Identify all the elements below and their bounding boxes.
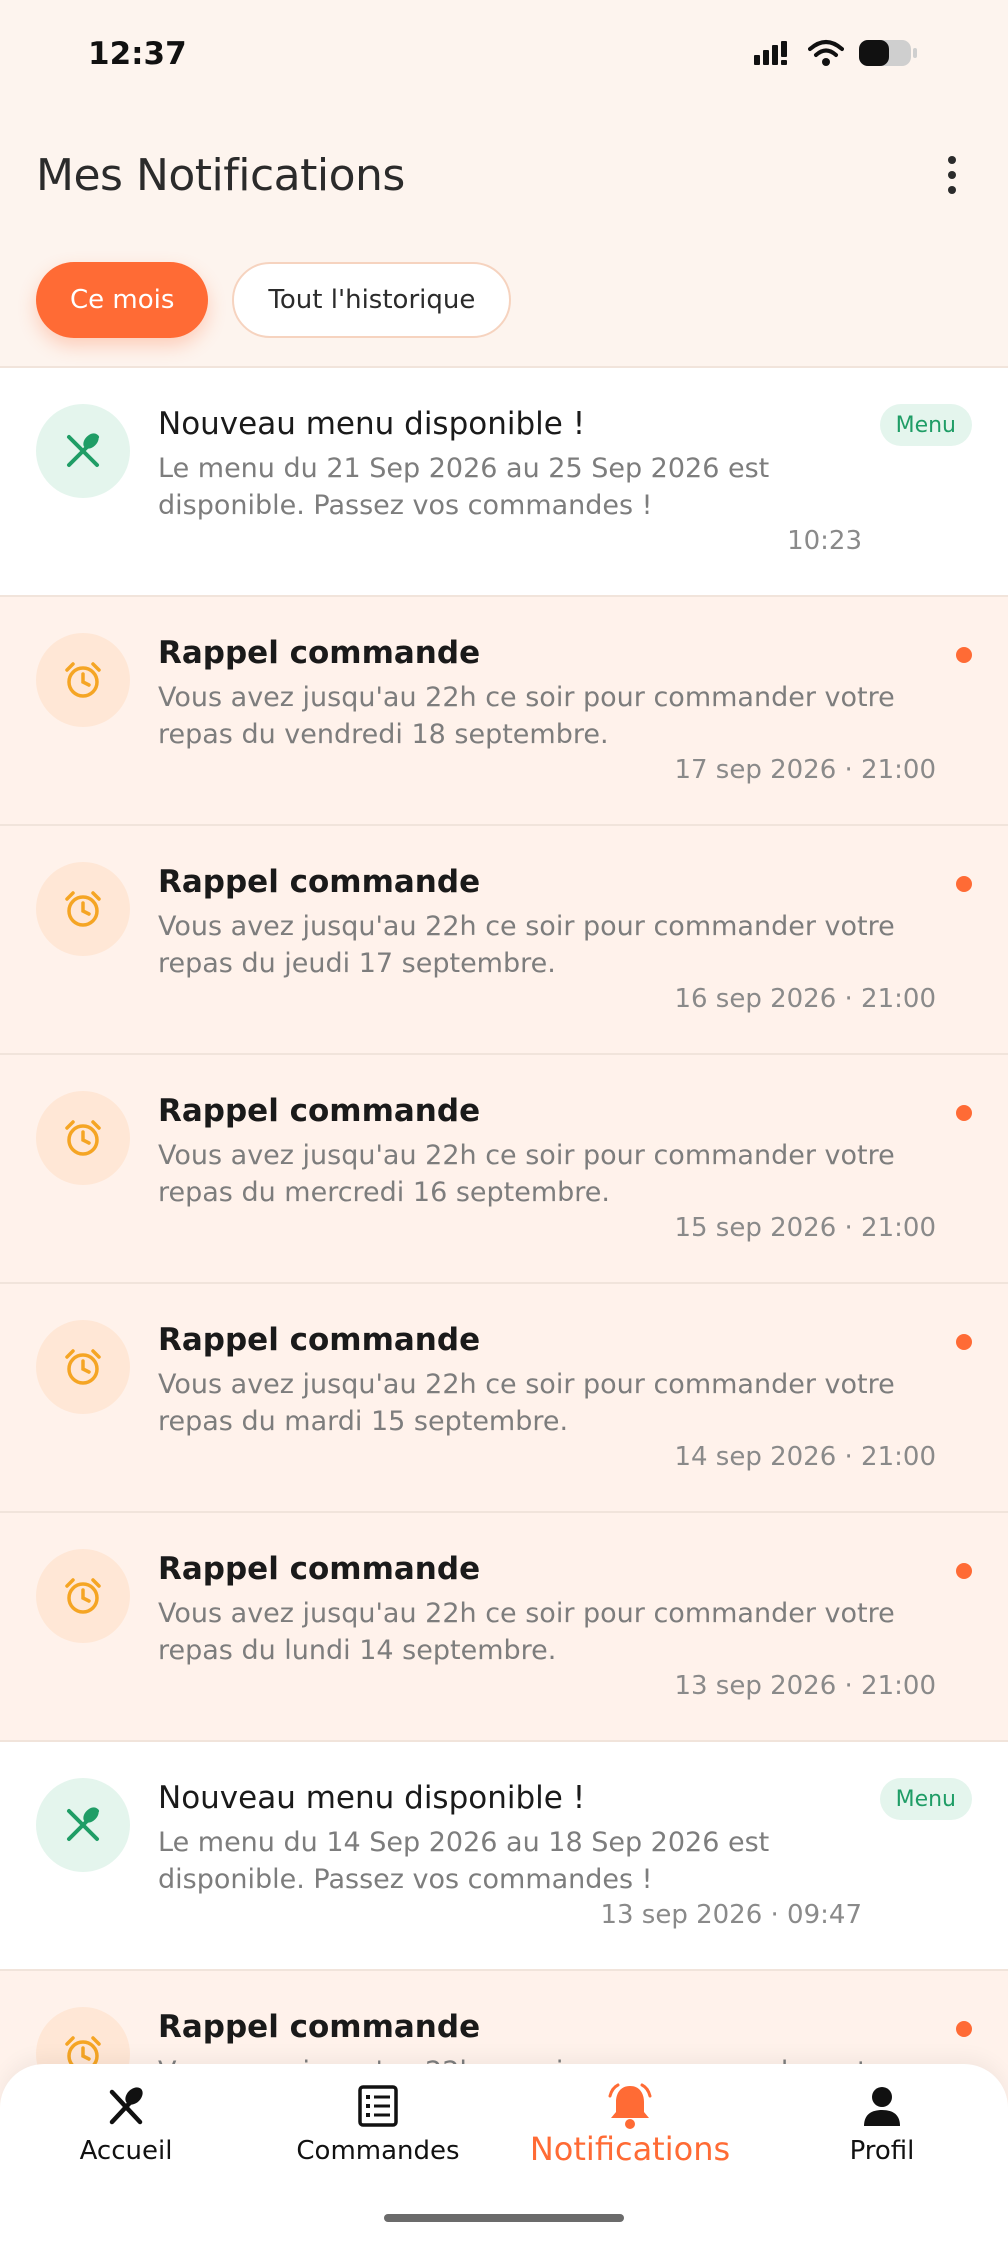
notification-time: 10:23 <box>787 526 862 556</box>
alarm-clock-icon <box>36 1091 130 1185</box>
notification-body: Vous avez jusqu'au 22h ce soir pour comm… <box>158 682 895 750</box>
notification-time: 16 sep 2026 · 21:00 <box>674 984 936 1014</box>
nav-item-accueil[interactable]: Accueil <box>0 2082 252 2166</box>
unread-dot <box>956 2021 972 2037</box>
notification-title: Rappel commande <box>158 635 481 671</box>
bell-icon <box>608 2083 652 2129</box>
filter-tabs: Ce mois Tout l'historique <box>36 262 512 338</box>
cutlery-icon <box>109 2087 143 2125</box>
unread-dot <box>956 1563 972 1579</box>
more-options-icon[interactable] <box>932 145 972 205</box>
alarm-clock-icon <box>36 1320 130 1414</box>
notification-list: Nouveau menu disponible ! Menu Le menu d… <box>0 366 1008 2198</box>
unread-dot <box>956 876 972 892</box>
status-bar: 12:37 <box>0 0 1008 110</box>
notification-title: Rappel commande <box>158 2009 481 2045</box>
notification-title: Rappel commande <box>158 864 481 900</box>
notification-item[interactable]: Nouveau menu disponible ! Menu Le menu d… <box>0 366 1008 595</box>
filter-chip-tout-historique[interactable]: Tout l'historique <box>232 262 512 338</box>
menu-badge: Menu <box>879 1778 972 1820</box>
nav-label: Notifications <box>529 2130 731 2168</box>
signal-icon <box>754 41 787 65</box>
unread-dot <box>956 1105 972 1121</box>
notification-item[interactable]: Rappel commande Vous avez jusqu'au 22h c… <box>0 595 1008 824</box>
notification-time: 13 sep 2026 · 21:00 <box>674 1671 936 1701</box>
alarm-clock-icon <box>36 633 130 727</box>
nav-label: Commandes <box>296 2136 460 2166</box>
status-time: 12:37 <box>88 36 187 72</box>
notification-title: Rappel commande <box>158 1093 481 1129</box>
nav-item-profil[interactable]: Profil <box>756 2082 1008 2166</box>
notification-body: Le menu du 21 Sep 2026 au 25 Sep 2026 es… <box>158 453 770 521</box>
page-title: Mes Notifications <box>36 149 405 201</box>
menu-badge: Menu <box>879 404 972 446</box>
notification-time: 13 sep 2026 · 09:47 <box>600 1900 862 1930</box>
notification-body: Le menu du 14 Sep 2026 au 18 Sep 2026 es… <box>158 1827 770 1895</box>
nav-label: Accueil <box>79 2136 173 2166</box>
notification-item[interactable]: Rappel commande Vous avez jusqu'au 22h c… <box>0 1053 1008 1282</box>
battery-icon <box>859 40 917 66</box>
home-indicator[interactable] <box>384 2214 624 2222</box>
alarm-clock-icon <box>36 862 130 956</box>
alarm-clock-icon <box>36 1549 130 1643</box>
unread-dot <box>956 1334 972 1350</box>
notification-body: Vous avez jusqu'au 22h ce soir pour comm… <box>158 1140 895 1208</box>
notification-item[interactable]: Rappel commande Vous avez jusqu'au 22h c… <box>0 824 1008 1053</box>
notification-item[interactable]: Nouveau menu disponible ! Menu Le menu d… <box>0 1740 1008 1969</box>
person-icon <box>864 2087 900 2126</box>
fork-knife-icon <box>36 1778 130 1872</box>
notification-time: 14 sep 2026 · 21:00 <box>674 1442 936 1472</box>
unread-dot <box>956 647 972 663</box>
filter-chip-ce-mois[interactable]: Ce mois <box>36 262 209 338</box>
wifi-icon <box>808 40 844 66</box>
notification-time: 15 sep 2026 · 21:00 <box>674 1213 936 1243</box>
notification-body: Vous avez jusqu'au 22h ce soir pour comm… <box>158 1598 895 1666</box>
notification-item[interactable]: Rappel commande Vous avez jusqu'au 22h c… <box>0 1511 1008 1740</box>
notification-item[interactable]: Rappel commande Vous avez jusqu'au 22h c… <box>0 1282 1008 1511</box>
status-icons <box>754 38 918 68</box>
notification-time: 17 sep 2026 · 21:00 <box>674 755 936 785</box>
list-icon <box>358 2085 398 2127</box>
fork-knife-icon <box>36 404 130 498</box>
nav-item-notifications[interactable]: Notifications <box>504 2082 756 2168</box>
notification-title: Rappel commande <box>158 1322 481 1358</box>
bottom-navigation: Accueil Commandes Notifications Profil <box>0 2064 1008 2244</box>
notification-body: Vous avez jusqu'au 22h ce soir pour comm… <box>158 1369 895 1437</box>
notification-title: Rappel commande <box>158 1551 481 1587</box>
notification-body: Vous avez jusqu'au 22h ce soir pour comm… <box>158 911 895 979</box>
notification-title: Nouveau menu disponible ! <box>158 406 586 442</box>
notification-title: Nouveau menu disponible ! <box>158 1780 586 1816</box>
header: Mes Notifications <box>36 140 972 210</box>
nav-item-commandes[interactable]: Commandes <box>252 2082 504 2166</box>
nav-label: Profil <box>849 2136 915 2166</box>
